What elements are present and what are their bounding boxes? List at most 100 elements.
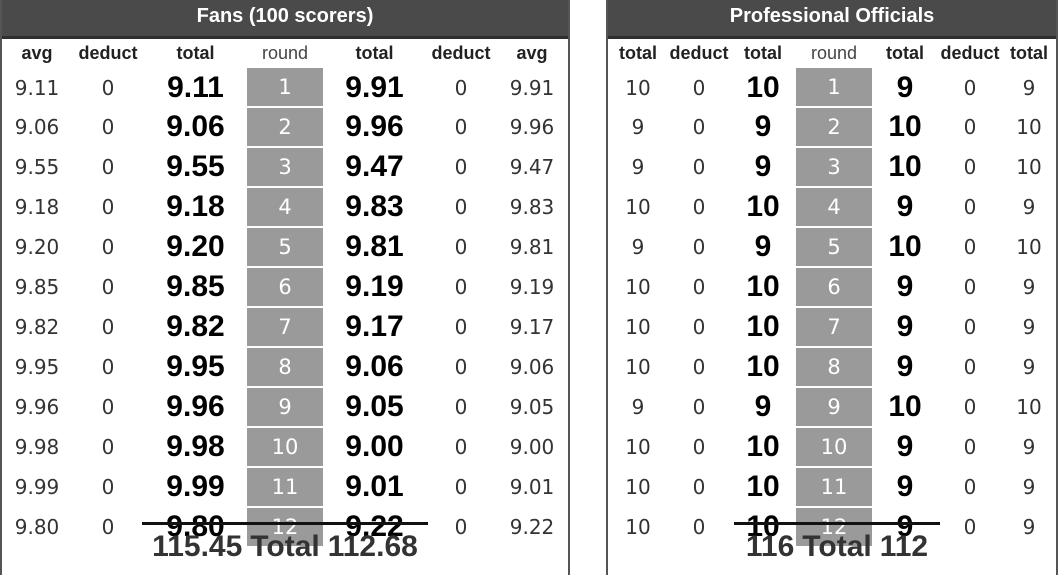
officials-round-row: 9 0 9 9 10 0 10 (608, 387, 1056, 428)
fans-header-round: round (261, 42, 309, 63)
fans-avg-left-cell: 9.82 (14, 315, 60, 339)
officials-score-right-cell: 9 (1022, 75, 1036, 100)
officials-header-row: total deduct total round total deduct to… (608, 38, 1056, 68)
officials-score-right-cell: 10 (1016, 155, 1042, 179)
officials-deduct-left-cell: 0 (692, 155, 706, 179)
officials-round-number-cell: 2 (796, 107, 872, 148)
fans-avg-left-cell: 9.55 (14, 155, 60, 179)
fans-deduct-left-cell: 0 (101, 115, 115, 139)
fans-deduct-left-cell: 0 (101, 315, 115, 339)
fans-total-left-cell: 9.82 (166, 310, 225, 343)
officials-round-row: 9 0 9 2 10 0 10 (608, 107, 1056, 148)
officials-round-number-cell: 10 (796, 427, 872, 468)
fans-panel-title: Fans (100 scorers) (2, 0, 568, 39)
officials-score-left-cell: 10 (625, 315, 651, 339)
officials-score-left-cell: 10 (625, 275, 651, 299)
officials-total-right-cell: 10 (888, 150, 922, 183)
fans-round-number-cell: 1 (247, 68, 323, 108)
officials-deduct-right-cell: 0 (963, 155, 977, 179)
officials-round-number-cell: 5 (796, 227, 872, 268)
officials-total-left-cell: 10 (746, 310, 780, 343)
fans-avg-left-cell: 9.98 (14, 435, 60, 459)
fans-grand-total-right: 112.68 (327, 530, 418, 563)
officials-deduct-right-cell: 0 (963, 115, 977, 139)
officials-total-left-cell: 10 (746, 190, 780, 223)
officials-header-total-left: total (744, 42, 782, 63)
officials-total-right-cell: 10 (888, 230, 922, 263)
officials-score-left-cell: 10 (625, 515, 651, 539)
fans-avg-left-cell: 9.95 (14, 355, 60, 379)
officials-header-round: round (810, 42, 858, 63)
fans-total-left-cell: 9.20 (166, 230, 225, 263)
officials-score-right-cell: 10 (1016, 395, 1042, 419)
fans-deduct-right-cell: 0 (454, 475, 468, 499)
fans-avg-left-cell: 9.06 (14, 115, 60, 139)
officials-total-right-cell: 9 (896, 190, 914, 223)
officials-score-right-cell: 10 (1016, 115, 1042, 139)
fans-round-number-cell: 3 (247, 147, 323, 188)
fans-round-row: 9.85 0 9.85 6 9.19 0 9.19 (2, 267, 568, 308)
officials-deduct-left-cell: 0 (692, 355, 706, 379)
officials-round-number-cell: 3 (796, 147, 872, 188)
fans-total-right-cell: 9.17 (345, 310, 404, 343)
fans-deduct-left-cell: 0 (101, 475, 115, 499)
fans-round-row: 9.55 0 9.55 3 9.47 0 9.47 (2, 147, 568, 188)
officials-scorecard-table: total deduct total round total deduct to… (608, 38, 1056, 548)
officials-score-right-cell: 9 (1022, 435, 1036, 459)
officials-round-number-cell: 7 (796, 307, 872, 348)
officials-score-right-cell: 9 (1022, 355, 1036, 379)
officials-header-deduct-left: deduct (669, 42, 729, 63)
fans-round-number-cell: 9 (247, 387, 323, 428)
officials-total-left-cell: 10 (746, 270, 780, 303)
fans-deduct-right-cell: 0 (454, 315, 468, 339)
officials-score-left-cell: 9 (631, 235, 645, 259)
officials-total-right-cell: 9 (896, 470, 914, 503)
fans-total-divider (142, 522, 428, 525)
officials-deduct-right-cell: 0 (963, 275, 977, 299)
fans-total-left-cell: 9.99 (166, 470, 225, 503)
officials-deduct-left-cell: 0 (692, 435, 706, 459)
officials-score-left-cell: 10 (625, 195, 651, 219)
fans-deduct-left-cell: 0 (101, 355, 115, 379)
fans-deduct-right-cell: 0 (454, 515, 468, 539)
fans-deduct-right-cell: 0 (454, 275, 468, 299)
officials-total-divider (734, 522, 940, 525)
fans-round-number-cell: 8 (247, 347, 323, 388)
officials-total-right-cell: 9 (896, 70, 914, 104)
officials-score-left-cell: 10 (625, 75, 651, 100)
officials-deduct-left-cell: 0 (692, 475, 706, 499)
fans-round-row: 9.06 0 9.06 2 9.96 0 9.96 (2, 107, 568, 148)
fans-total-right-cell: 9.47 (345, 150, 404, 183)
officials-round-row: 10 0 10 7 9 0 9 (608, 307, 1056, 348)
officials-total-right-cell: 9 (896, 350, 914, 383)
fans-total-left-cell: 9.55 (166, 150, 225, 183)
officials-deduct-right-cell: 0 (963, 315, 977, 339)
officials-grand-total-right: 112 (879, 530, 929, 563)
fans-scorecard-table: avg deduct total round total deduct avg … (2, 38, 568, 548)
fans-header-total-right: total (355, 42, 394, 63)
fans-deduct-right-cell: 0 (454, 435, 468, 459)
officials-round-row: 10 0 10 8 9 0 9 (608, 347, 1056, 388)
fans-deduct-right-cell: 0 (454, 155, 468, 179)
fans-round-number-cell: 4 (247, 187, 323, 228)
officials-grand-total-left: 116 (745, 530, 795, 563)
fans-deduct-left-cell: 0 (101, 235, 115, 259)
fans-deduct-left-cell: 0 (101, 435, 115, 459)
fans-avg-right-cell: 9.81 (509, 235, 555, 259)
fans-deduct-left-cell: 0 (101, 75, 115, 100)
officials-score-right-cell: 9 (1022, 195, 1036, 219)
officials-total-left-cell: 10 (746, 430, 780, 463)
fans-total-left-cell: 9.98 (166, 430, 225, 463)
fans-total-left-cell: 9.18 (166, 190, 225, 223)
fans-avg-right-cell: 9.83 (509, 195, 555, 219)
officials-round-number-cell: 4 (796, 187, 872, 228)
officials-score-right-cell: 9 (1022, 315, 1036, 339)
fans-deduct-left-cell: 0 (101, 275, 115, 299)
fans-grand-total: 115.45 Total 112.68 (142, 530, 428, 570)
fans-round-number-cell: 5 (247, 227, 323, 268)
officials-deduct-left-cell: 0 (692, 235, 706, 259)
fans-header-row: avg deduct total round total deduct avg (2, 38, 568, 68)
fans-grand-total-left: 115.45 (152, 530, 243, 563)
officials-total-left-cell: 9 (754, 230, 772, 263)
fans-deduct-left-cell: 0 (101, 195, 115, 219)
